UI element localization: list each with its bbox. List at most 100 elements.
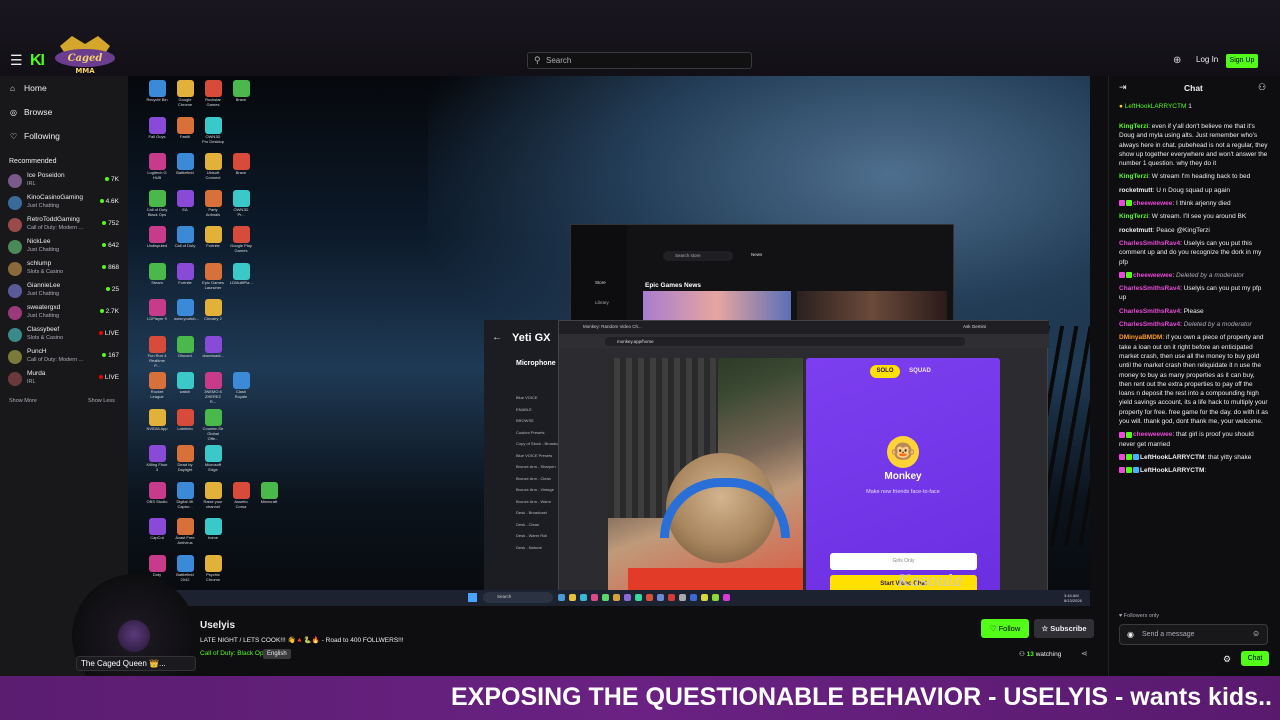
sidebar-channel[interactable]: Classybeef Slots & Casino LIVE (8, 326, 122, 346)
taskbar-date: 8/13/2026 (1064, 598, 1082, 603)
desktop-shortcut: Fall Guys (146, 116, 168, 143)
sidebar-channel[interactable]: KinoCasinoGaming Just Chatting 4.6K (8, 194, 122, 214)
search-input[interactable]: ⚲ Search (527, 52, 752, 69)
login-button[interactable]: Log In (1196, 55, 1218, 64)
chat-username[interactable]: DMinyaBMDM (1119, 334, 1162, 341)
monkey-title: Monkey (884, 471, 922, 482)
chat-message-input[interactable]: ◉ Send a message (1119, 624, 1268, 645)
signup-button[interactable]: Sign Up (1226, 54, 1258, 68)
taskbar-app-icon (624, 594, 631, 601)
sidebar-channel[interactable]: schlump Slots & Casino 868 (8, 260, 122, 280)
squad-toggle: SQUAD (909, 368, 931, 374)
video-player[interactable]: Recycle Bin Google Chrome Rockstar Games Br… (128, 76, 1090, 606)
sidebar-channel[interactable]: NickLee Just Chatting 642 (8, 238, 122, 258)
sidebar-browse[interactable]: ◎ Browse (10, 107, 52, 117)
chat-message: cheeweewee: I think arjenny died (1119, 199, 1269, 208)
emote-picker-icon[interactable]: ◉ (1127, 630, 1134, 639)
taskbar-app-icon (635, 594, 642, 601)
chat-settings-gear-icon[interactable]: ⚙ (1223, 654, 1231, 665)
viewer-count: ⚇ 13 watching (1019, 650, 1061, 658)
sidebar-channel[interactable]: RetroToddGaming Call of Duty: Modern ... 7… (8, 216, 122, 236)
chat-username[interactable]: CharlesSmithsRav4 (1119, 321, 1180, 328)
desktop-shortcut-label: LDPlayer 9 (147, 316, 167, 321)
desktop-shortcut-label: LDMultiPla... (230, 279, 253, 285)
chat-username[interactable]: cheeweewee (1133, 431, 1172, 438)
app-icon (176, 116, 194, 134)
desktop-shortcut: LDPlayer 9 (146, 299, 168, 325)
chat-username[interactable]: CharlesSmithsRav4 (1119, 240, 1180, 247)
chat-username[interactable]: CharlesSmithsRav4 (1119, 308, 1180, 315)
follow-button[interactable]: ♡ Follow (981, 619, 1029, 638)
desktop-shortcut: www.youtub... (174, 299, 199, 325)
sidebar-channel[interactable]: PuncH Call of Duty: Modern ... 167 (8, 348, 122, 368)
globe-icon[interactable]: ⊕ (1173, 55, 1181, 66)
app-icon (148, 153, 166, 170)
chat-username[interactable]: KingTerzi (1119, 173, 1148, 180)
desktop-shortcut: Undisputed (146, 226, 168, 252)
app-icon (204, 226, 222, 243)
desktop-shortcut-label: Recycle Bin (146, 97, 168, 102)
pinned-user[interactable]: LeftHookLARRYCTM (1125, 103, 1187, 110)
share-icon[interactable]: ⋖ (1081, 649, 1088, 658)
girls-only-option: Girls Only (830, 553, 977, 570)
monkey-subtitle: Make new friends face-to-face (866, 489, 940, 495)
app-icon (176, 372, 194, 389)
sidebar-channel[interactable]: Ice Poseidon IRL 7K (8, 172, 122, 192)
chat-username[interactable]: LeftHookLARRYCTM (1140, 454, 1204, 461)
viewer-number: 13 (1026, 651, 1034, 658)
desktop-shortcut-label: Battlefield 2042 (176, 571, 194, 582)
stream-category[interactable]: Call of Duty: Black Ops (200, 650, 267, 657)
app-icon (176, 153, 194, 170)
chat-username[interactable]: LeftHookLARRYCTM (1140, 467, 1204, 474)
desktop-shortcut-label: downloadi... (202, 352, 224, 358)
language-badge[interactable]: English (263, 649, 291, 659)
channel-avatar (8, 306, 22, 320)
channel-avatar (8, 240, 22, 254)
emoji-icon[interactable]: ☺ (1252, 629, 1260, 638)
app-icon (204, 80, 222, 97)
chat-username[interactable]: KingTerzi (1119, 123, 1148, 130)
sidebar-channel[interactable]: GiannieLee Just Chatting 25 (8, 282, 122, 302)
channel-viewers: 7K (105, 176, 119, 183)
chat-username[interactable]: cheeweewee (1133, 200, 1172, 207)
windows-start-icon (468, 593, 477, 602)
desktop-shortcut: Dead by Daylight (174, 445, 196, 472)
desktop-shortcut-label: Call of Duty Black Ops (146, 206, 168, 217)
streamer-avatar[interactable] (118, 620, 150, 652)
taskbar-app-icon (602, 594, 609, 601)
show-more-link[interactable]: Show More (9, 398, 37, 404)
channel-viewers: 752 (102, 220, 119, 227)
desktop-shortcut: Battlefield (174, 153, 196, 179)
app-icon (148, 335, 166, 353)
collapse-chat-icon[interactable]: ⇥ (1119, 82, 1127, 93)
kick-logo[interactable]: KI (30, 52, 45, 70)
chat-username[interactable]: rocketmutt (1119, 227, 1153, 234)
hamburger-menu-icon[interactable]: ☰ (10, 53, 24, 67)
sidebar-following[interactable]: ♡ Following (10, 131, 60, 141)
streamer-name[interactable]: Uselyis (200, 620, 235, 631)
sidebar-channel[interactable]: Murda IRL LIVE (8, 370, 122, 390)
show-less-link[interactable]: Show Less (88, 398, 115, 404)
chat-username[interactable]: KingTerzi (1119, 213, 1148, 220)
channel-viewer-count: 25 (111, 286, 119, 293)
ask-gemini-button: Ask Gemini (963, 324, 987, 329)
channel-viewers: 642 (102, 242, 119, 249)
chat-username[interactable]: cheeweewee (1133, 272, 1172, 279)
sidebar-channel[interactable]: sweatergxd Just Chatting 2.7K (8, 304, 122, 324)
taskbar-app-icon (712, 594, 719, 601)
epic-search-input: Search store (663, 251, 733, 261)
taskbar-search: Search (483, 592, 553, 603)
chat-users-icon[interactable]: ⚇ (1258, 82, 1266, 93)
channel-viewer-count: 2.7K (105, 308, 119, 315)
subscribe-button[interactable]: ☆ Subscribe (1034, 619, 1094, 638)
chat-send-button[interactable]: Chat (1241, 651, 1269, 666)
yeti-preset-row: Copy of Stock - Broadcast (516, 441, 563, 446)
desktop-shortcut-label: OWN3D Pro Desktop (202, 133, 225, 144)
channel-category: Slots & Casino (27, 335, 64, 341)
desktop-shortcut: Steam (146, 262, 168, 289)
yeti-preset-row: Bronze Arm - Vintage (516, 487, 554, 492)
chat-username[interactable]: rocketmutt (1119, 187, 1153, 194)
taskbar-app-icon (646, 594, 653, 601)
chat-username[interactable]: CharlesSmithsRav4 (1119, 285, 1180, 292)
sidebar-home[interactable]: ⌂ Home (10, 83, 47, 93)
